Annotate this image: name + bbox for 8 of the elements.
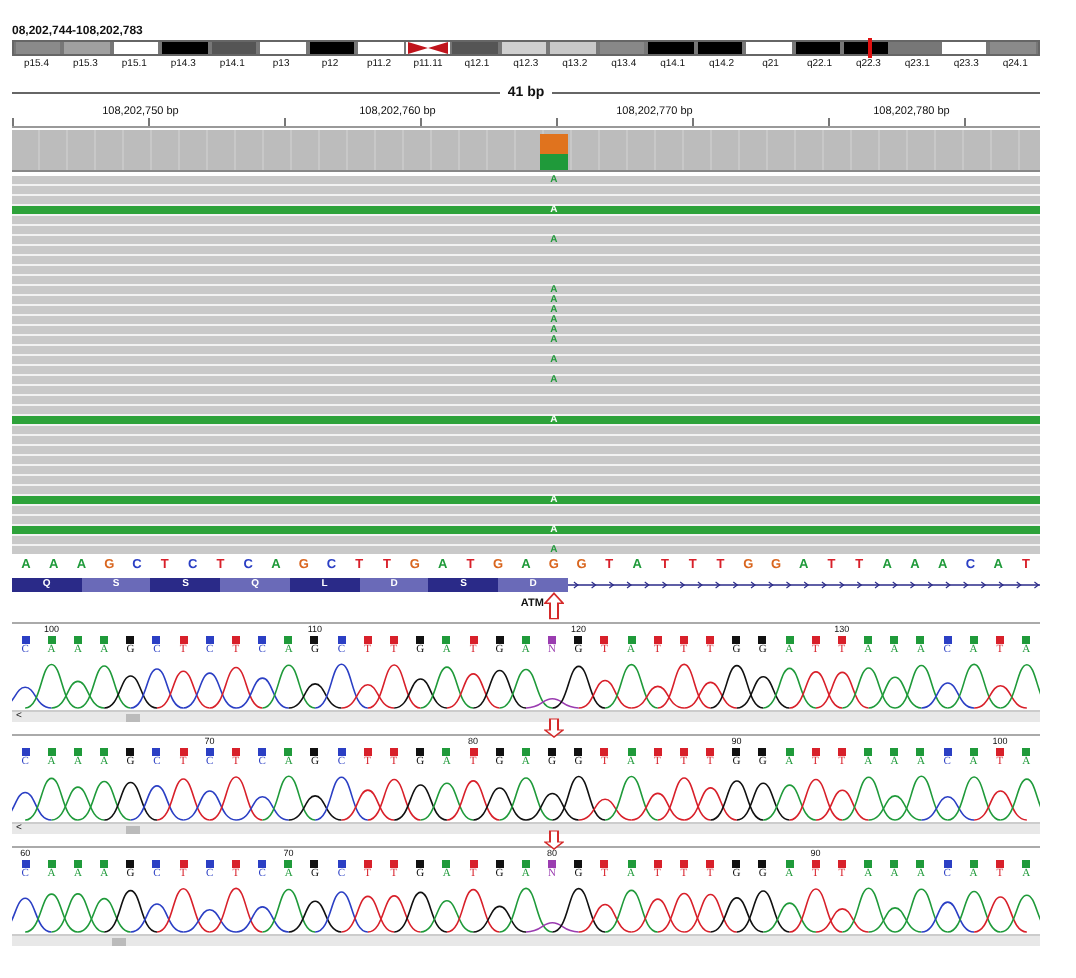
up-arrow-icon xyxy=(543,592,564,620)
scroll-thumb[interactable] xyxy=(125,713,140,721)
down-arrow-icon xyxy=(543,830,564,850)
scroll-thumb[interactable] xyxy=(125,825,140,833)
coverage-bar xyxy=(539,134,568,170)
scroll-thumb[interactable] xyxy=(112,937,126,945)
scroll-bar[interactable] xyxy=(12,934,1040,946)
down-arrow-icon xyxy=(543,718,564,738)
